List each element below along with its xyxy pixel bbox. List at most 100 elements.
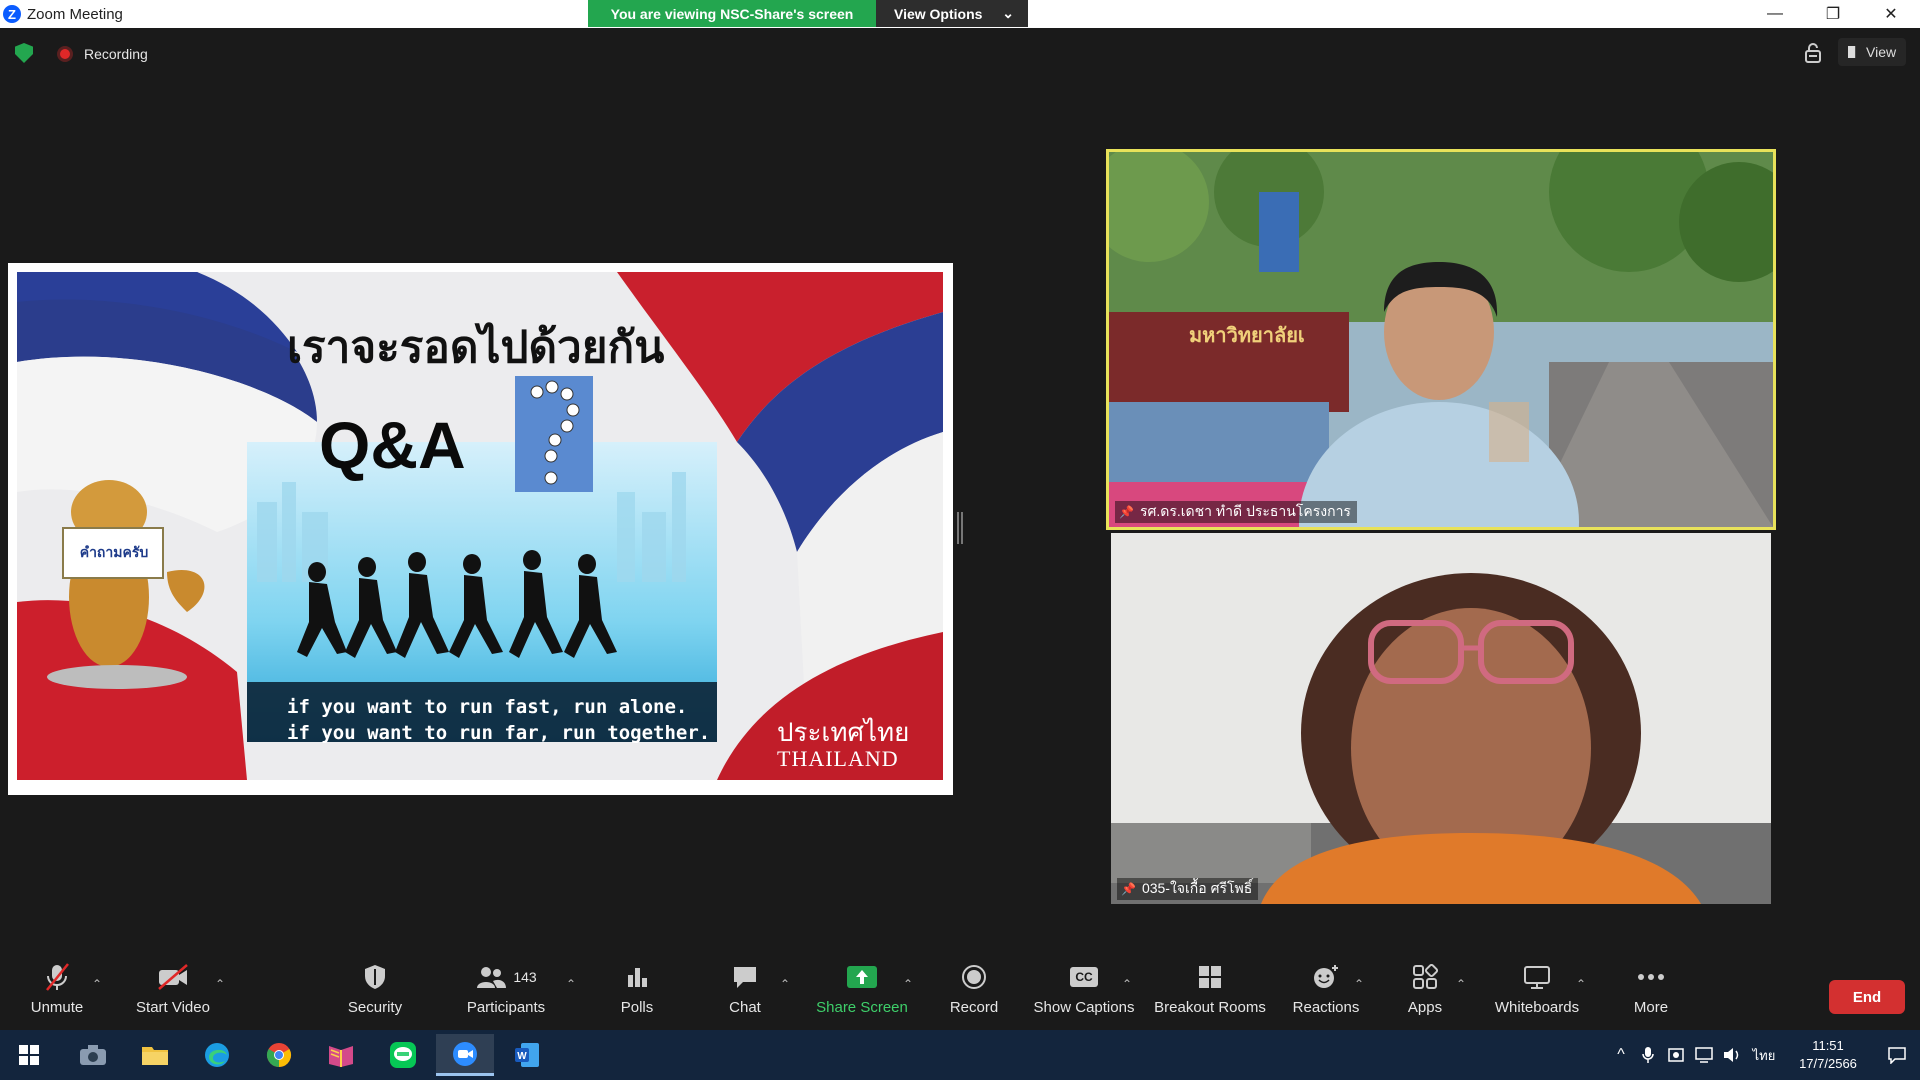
start-video-button[interactable]: Start Video xyxy=(132,957,214,1030)
start-video-label: Start Video xyxy=(136,999,210,1016)
participant-video-tile[interactable]: มหาวิทยาลัยเ 📌 รศ.ดร.เดชา ทำดี ประธานโคร… xyxy=(1106,149,1776,530)
end-meeting-button[interactable]: End xyxy=(1829,980,1905,1014)
meeting-status-bar: Recording View xyxy=(0,28,1920,78)
encryption-shield-icon[interactable] xyxy=(15,43,33,63)
security-shield-icon xyxy=(363,957,387,997)
apps-options-caret[interactable]: ⌃ xyxy=(1456,977,1466,991)
presentation-slide: เราจะรอดไปด้วยกัน Q&A คำถามครับ if you w… xyxy=(17,272,943,780)
reactions-options-caret[interactable]: ⌃ xyxy=(1354,977,1364,991)
unmute-button[interactable]: Unmute xyxy=(22,957,92,1030)
more-label: More xyxy=(1633,999,1669,1016)
show-captions-button[interactable]: CC Show Captions xyxy=(1032,957,1136,1030)
volume-tray-icon[interactable] xyxy=(1718,1046,1746,1064)
view-button[interactable]: View xyxy=(1838,38,1907,66)
notifications-icon[interactable] xyxy=(1874,1046,1920,1064)
resize-handle[interactable] xyxy=(957,512,963,544)
restore-button[interactable]: ❐ xyxy=(1804,0,1862,28)
record-label: Record xyxy=(949,999,999,1016)
svg-text:W: W xyxy=(517,1051,527,1062)
security-label: Security xyxy=(347,999,403,1016)
security-button[interactable]: Security xyxy=(340,957,410,1030)
immersive-view-icon[interactable] xyxy=(1802,42,1824,64)
input-language[interactable]: ไทย xyxy=(1746,1045,1782,1066)
record-icon xyxy=(961,957,987,997)
viewing-label: You are viewing NSC-Share's screen xyxy=(588,0,876,27)
participants-button[interactable]: 143 Participants xyxy=(462,957,550,1030)
chat-label: Chat xyxy=(729,999,761,1016)
window-title: Zoom Meeting xyxy=(27,5,123,23)
share-options-caret[interactable]: ⌃ xyxy=(903,977,913,991)
video-muted-icon xyxy=(156,957,190,997)
whiteboard-icon xyxy=(1523,957,1551,997)
chat-button[interactable]: Chat xyxy=(710,957,780,1030)
participant-video xyxy=(1111,533,1771,904)
network-tray-icon[interactable] xyxy=(1690,1046,1718,1064)
window-controls: — ❐ ✕ xyxy=(1746,0,1920,28)
chat-options-caret[interactable]: ⌃ xyxy=(780,977,790,991)
clock[interactable]: 11:51 17/7/2566 xyxy=(1782,1037,1874,1073)
windows-taskbar: W ^ ไทย 11:51 17/7/2566 xyxy=(0,1030,1920,1080)
audio-options-caret[interactable]: ⌃ xyxy=(92,977,102,991)
clock-time: 11:51 xyxy=(1812,1038,1844,1053)
windows-start-icon[interactable] xyxy=(0,1034,58,1076)
pin-icon[interactable]: 📌 xyxy=(1121,882,1136,896)
reactions-button[interactable]: Reactions xyxy=(1286,957,1366,1030)
zoom-app-icon[interactable] xyxy=(436,1034,494,1076)
participants-label: Participants xyxy=(466,999,546,1016)
breakout-rooms-icon xyxy=(1197,957,1223,997)
chat-icon xyxy=(731,957,759,997)
participants-count: 143 xyxy=(513,969,537,985)
camera-app-icon[interactable] xyxy=(64,1034,122,1076)
breakout-rooms-button[interactable]: Breakout Rooms xyxy=(1152,957,1268,1030)
polls-label: Polls xyxy=(620,999,654,1016)
word-app-icon[interactable]: W xyxy=(498,1034,556,1076)
polls-icon xyxy=(625,957,649,997)
record-button[interactable]: Record xyxy=(939,957,1009,1030)
captions-icon: CC xyxy=(1070,957,1098,997)
line-app-icon[interactable] xyxy=(374,1034,432,1076)
clock-date: 17/7/2566 xyxy=(1799,1056,1857,1071)
view-grid-icon xyxy=(1848,46,1856,58)
show-captions-label: Show Captions xyxy=(1033,999,1135,1016)
system-tray: ^ ไทย 11:51 17/7/2566 xyxy=(1608,1030,1920,1080)
file-explorer-icon[interactable] xyxy=(126,1034,184,1076)
meeting-toolbar: Unmute ⌃ Start Video ⌃ Security 143 Part… xyxy=(0,957,1920,1030)
participant-video-tile[interactable]: 📌 035-ใจเกื้อ ศรีโพธิ์ xyxy=(1111,533,1771,904)
pin-icon[interactable]: 📌 xyxy=(1119,505,1134,519)
slide-dog-sign: คำถามครับ xyxy=(79,545,149,561)
apps-button[interactable]: Apps xyxy=(1390,957,1460,1030)
recording-icon xyxy=(57,46,73,62)
zoom-logo-icon: Z xyxy=(3,5,21,23)
close-button[interactable]: ✕ xyxy=(1862,0,1920,28)
apps-icon xyxy=(1412,957,1438,997)
tray-overflow-icon[interactable]: ^ xyxy=(1608,1046,1634,1064)
campus-sign-text: มหาวิทยาลัยเ xyxy=(1189,323,1305,347)
microphone-tray-icon[interactable] xyxy=(1634,1046,1662,1064)
shared-screen[interactable]: เราจะรอดไปด้วยกัน Q&A คำถามครับ if you w… xyxy=(8,263,953,795)
slide-qa-heading: Q&A xyxy=(319,408,466,482)
captions-options-caret[interactable]: ⌃ xyxy=(1122,977,1132,991)
cc-glyph: CC xyxy=(1070,967,1098,987)
whiteboards-button[interactable]: Whiteboards xyxy=(1490,957,1584,1030)
view-options-button[interactable]: View Options ⌄ xyxy=(876,0,1028,27)
slide-thai-title: เราจะรอดไปด้วยกัน xyxy=(287,322,665,373)
video-options-caret[interactable]: ⌃ xyxy=(215,977,225,991)
view-options-label: View Options xyxy=(894,5,983,22)
chrome-browser-icon[interactable] xyxy=(250,1034,308,1076)
minimize-button[interactable]: — xyxy=(1746,0,1804,28)
edge-browser-icon[interactable] xyxy=(188,1034,246,1076)
apps-label: Apps xyxy=(1407,999,1443,1016)
more-icon xyxy=(1637,957,1665,997)
whiteboards-options-caret[interactable]: ⌃ xyxy=(1576,977,1586,991)
recording-label: Recording xyxy=(84,46,148,62)
participant-name: 035-ใจเกื้อ ศรีโพธิ์ xyxy=(1141,880,1253,896)
share-screen-button[interactable]: Share Screen xyxy=(814,957,910,1030)
polls-button[interactable]: Polls xyxy=(602,957,672,1030)
reactions-label: Reactions xyxy=(1292,999,1360,1016)
reactions-icon xyxy=(1312,957,1340,997)
books-app-icon[interactable] xyxy=(312,1034,370,1076)
breakout-rooms-label: Breakout Rooms xyxy=(1154,999,1266,1016)
more-button[interactable]: More xyxy=(1616,957,1686,1030)
participants-options-caret[interactable]: ⌃ xyxy=(566,977,576,991)
security-tray-icon[interactable] xyxy=(1662,1046,1690,1064)
